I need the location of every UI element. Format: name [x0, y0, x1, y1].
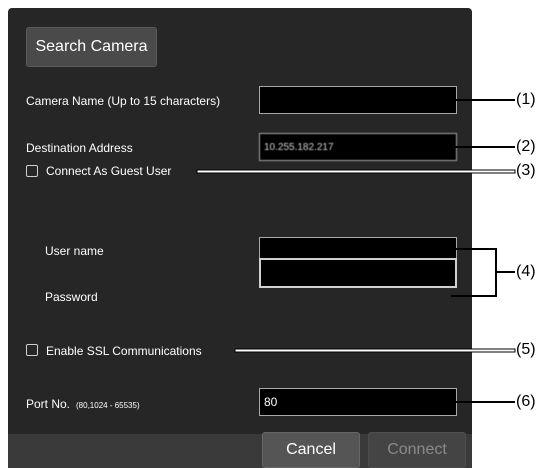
- camera-connection-dialog: Search Camera Camera Name (Up to 15 char…: [8, 8, 472, 468]
- port-input[interactable]: 80: [259, 388, 457, 416]
- username-label: User name: [45, 244, 104, 258]
- password-input[interactable]: [259, 258, 457, 288]
- camera-name-input[interactable]: [259, 86, 457, 114]
- destination-address-label: Destination Address: [26, 141, 133, 155]
- callout-label-3: (3): [516, 162, 536, 179]
- guest-user-label[interactable]: Connect As Guest User: [46, 164, 171, 178]
- password-label: Password: [45, 290, 98, 304]
- page: Search Camera Camera Name (Up to 15 char…: [0, 0, 546, 468]
- search-camera-button[interactable]: Search Camera: [26, 27, 157, 67]
- port-label: Port No. (80,1024 - 65535): [26, 397, 140, 411]
- ssl-checkbox[interactable]: [26, 344, 38, 356]
- callout-label-6: (6): [516, 393, 536, 410]
- port-range-hint: (80,1024 - 65535): [76, 401, 140, 410]
- guest-user-checkbox[interactable]: [26, 165, 38, 177]
- callout-label-4: (4): [516, 263, 536, 280]
- cancel-button[interactable]: Cancel: [262, 432, 360, 468]
- port-label-text: Port No.: [26, 397, 71, 411]
- camera-name-label: Camera Name (Up to 15 characters): [26, 94, 221, 108]
- callout-label-2: (2): [516, 138, 536, 155]
- connect-button[interactable]: Connect: [368, 432, 466, 468]
- ssl-label[interactable]: Enable SSL Communications: [46, 344, 202, 358]
- callout-label-1: (1): [516, 91, 536, 108]
- destination-address-input[interactable]: 10.255.182.217: [259, 133, 457, 161]
- callout-label-5: (5): [516, 341, 536, 358]
